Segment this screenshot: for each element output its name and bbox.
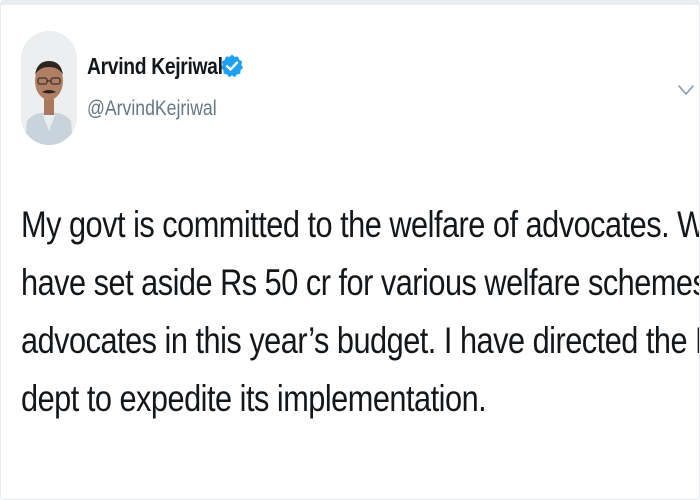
avatar[interactable]: [21, 31, 77, 145]
author-name-row: Arvind Kejriwal: [87, 49, 245, 83]
tweet-header: Arvind Kejriwal @ArvindKejriwal: [21, 31, 694, 151]
chevron-down-icon[interactable]: [675, 81, 697, 99]
top-divider: [1, 1, 699, 5]
tweet-text: My govt is committed to the welfare of a…: [21, 196, 700, 428]
profile-photo-icon: [21, 31, 77, 145]
tweet-text-line: My govt is committed to the welfare of a…: [21, 204, 700, 245]
tweet-text-line: have set aside Rs 50 cr for various welf…: [21, 262, 700, 303]
tweet-card: Arvind Kejriwal @ArvindKejriwal My govt …: [0, 0, 700, 500]
verified-badge-icon: [220, 54, 244, 78]
author-handle[interactable]: @ArvindKejriwal: [87, 97, 217, 121]
author-display-name[interactable]: Arvind Kejriwal: [87, 53, 223, 80]
tweet-text-line: dept to expedite its implementation.: [21, 378, 487, 419]
tweet-text-line: advocates in this year’s budget. I have …: [21, 320, 700, 361]
